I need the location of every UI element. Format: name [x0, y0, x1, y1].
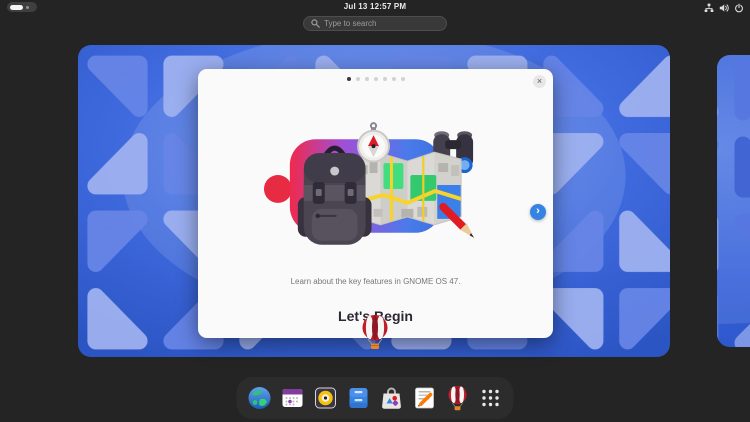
next-page-button[interactable]: ›	[530, 204, 546, 220]
carousel-dot-3[interactable]	[365, 77, 369, 81]
workspace-preview-next[interactable]	[717, 55, 750, 347]
tour-balloon-badge[interactable]	[360, 314, 390, 350]
audio-player-icon[interactable]	[312, 384, 340, 412]
dock	[237, 377, 514, 419]
wallpaper-next	[717, 55, 750, 347]
tour-balloon-icon[interactable]	[444, 384, 472, 412]
text-editor-icon[interactable]	[411, 384, 439, 412]
app-grid-icon[interactable]	[477, 384, 505, 412]
clock[interactable]: Jul 13 12:57 PM	[0, 0, 750, 14]
gnome-overview-screen: Jul 13 12:57 PM	[0, 0, 750, 422]
web-browser-icon[interactable]	[246, 384, 274, 412]
status-area[interactable]	[704, 2, 744, 13]
search-input[interactable]	[324, 19, 439, 28]
network-icon	[704, 3, 714, 13]
tour-illustration	[256, 119, 495, 249]
red-blob	[264, 175, 292, 203]
calendar-icon[interactable]	[279, 384, 307, 412]
search-icon	[311, 15, 320, 33]
carousel-dots	[198, 77, 553, 81]
carousel-dot-5[interactable]	[383, 77, 387, 81]
top-bar: Jul 13 12:57 PM	[0, 0, 750, 15]
software-store-icon[interactable]	[378, 384, 406, 412]
backpack-icon	[298, 148, 372, 245]
volume-icon	[719, 3, 729, 13]
carousel-dot-1[interactable]	[347, 77, 351, 81]
tour-window[interactable]: ×	[198, 69, 553, 338]
carousel-dot-7[interactable]	[401, 77, 405, 81]
carousel-dot-2[interactable]	[356, 77, 360, 81]
power-icon	[734, 3, 744, 13]
files-icon[interactable]	[345, 384, 373, 412]
carousel-dot-6[interactable]	[392, 77, 396, 81]
carousel-dot-4[interactable]	[374, 77, 378, 81]
search-bar[interactable]	[303, 16, 447, 31]
close-icon[interactable]: ×	[533, 75, 546, 88]
tour-subtitle: Learn about the key features in GNOME OS…	[198, 277, 553, 286]
compass-icon	[358, 123, 389, 161]
